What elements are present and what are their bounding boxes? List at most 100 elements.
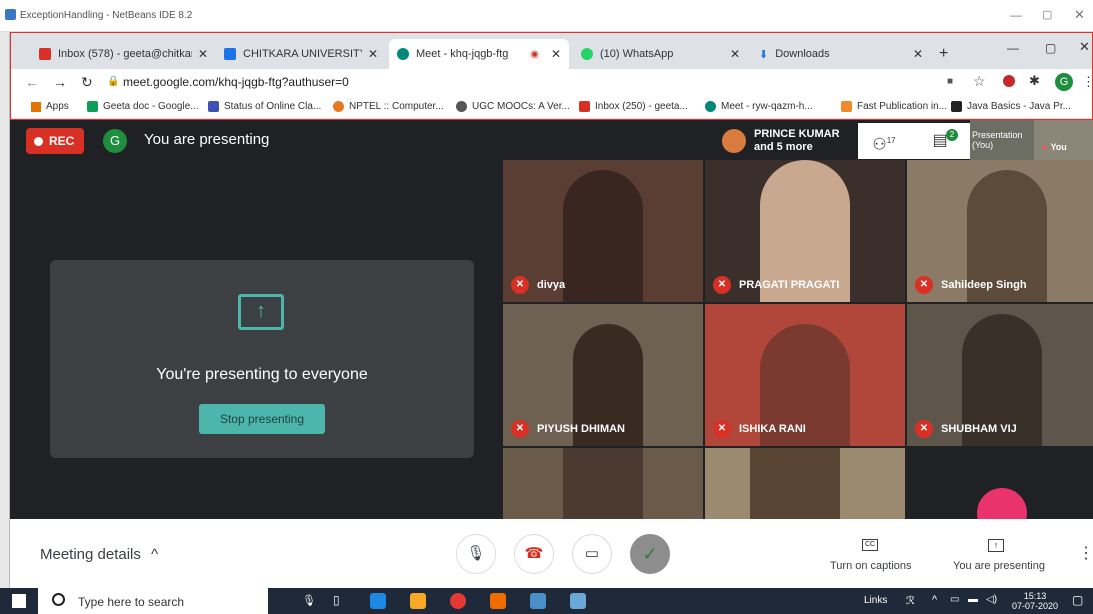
participant-tile[interactable]: ✕ SHUBHAM VIJ — [907, 304, 1093, 446]
mic-off-icon: ✕ — [713, 276, 731, 294]
captions-icon[interactable]: CC — [862, 539, 878, 551]
clock[interactable]: 15:13 07-07-2020 — [1012, 591, 1058, 611]
participants-summary[interactable]: PRINCE KUMAR and 5 more — [714, 123, 858, 159]
tab-gmail[interactable]: Inbox (578) - geeta@chitkara. ✕ — [31, 39, 216, 69]
taskbar-search[interactable]: Type here to search — [38, 588, 268, 614]
present-screen-icon: ↑ — [238, 294, 284, 330]
close-tab-icon[interactable]: ✕ — [913, 47, 923, 61]
participant-tile[interactable]: ✕ PRAGATI PRAGATI — [705, 160, 905, 302]
participant-tile[interactable]: ✕ Sahildeep Singh — [907, 160, 1093, 302]
close-tab-icon[interactable]: ✕ — [368, 47, 378, 61]
bookmark-label: Status of Online Cla... — [224, 101, 322, 112]
bookmark-inbox[interactable]: Inbox (250) - geeta... — [579, 101, 688, 112]
url-field[interactable]: meet.google.com/khq-jqgb-ftg?authuser=0 — [123, 75, 349, 89]
netbeans-taskbar-icon[interactable] — [570, 593, 586, 609]
bookmark-fast-publication[interactable]: Fast Publication in... — [841, 101, 947, 112]
tab-whatsapp[interactable]: (10) WhatsApp ✕ — [573, 39, 748, 69]
battery-icon[interactable]: ▬ — [968, 594, 978, 605]
chrome-icon[interactable] — [450, 593, 466, 609]
network-icon[interactable]: ▭ — [950, 594, 959, 605]
tab-label: Inbox (578) - geeta@chitkara. — [58, 48, 192, 60]
window-minimize-icon[interactable]: — — [1007, 41, 1019, 55]
participant-tile[interactable] — [705, 448, 905, 519]
bookmark-status[interactable]: Status of Online Cla... — [208, 101, 321, 112]
minimize-icon[interactable]: — — [1010, 8, 1022, 22]
tray-links[interactable]: Links — [864, 595, 887, 606]
stop-presenting-button[interactable]: Stop presenting — [199, 404, 325, 434]
window-maximize-icon[interactable]: ▢ — [1045, 41, 1056, 55]
notifications-icon[interactable]: ▢ — [1072, 593, 1083, 607]
forward-icon[interactable]: → — [53, 74, 67, 90]
self-view-thumbnail[interactable]: ● You — [1034, 120, 1093, 160]
presentation-thumbnail[interactable]: Presentation (You) — [970, 120, 1034, 160]
confirm-button[interactable]: ✓ — [630, 534, 670, 574]
extensions-puzzle-icon[interactable]: ✱ — [1029, 73, 1040, 89]
maximize-icon[interactable]: ▢ — [1042, 8, 1052, 21]
participant-count: 17 — [886, 136, 896, 145]
globe-icon — [456, 101, 467, 112]
captions-label[interactable]: Turn on captions — [830, 560, 912, 572]
new-tab-button[interactable]: + — [939, 45, 948, 63]
menu-kebab-icon[interactable]: ⋮ — [1082, 74, 1093, 90]
tab-downloads[interactable]: ⬇ Downloads ✕ — [751, 39, 931, 69]
camera-indicator-icon[interactable]: ■ — [947, 76, 953, 87]
bookmark-meet[interactable]: Meet - ryw-qazm-h... — [705, 101, 813, 112]
tab-label: CHITKARA UNIVERSITY - Cale — [243, 48, 362, 60]
present-icon[interactable]: ↑ — [988, 539, 1004, 552]
windows-start-icon[interactable] — [12, 594, 26, 608]
office-icon[interactable] — [490, 593, 506, 609]
participant-tile[interactable]: ✕ divya — [503, 160, 703, 302]
back-icon[interactable]: ← — [25, 74, 39, 90]
search-placeholder: Type here to search — [78, 595, 185, 609]
end-call-button[interactable]: ☎ — [514, 534, 554, 574]
bookmark-geeta-doc[interactable]: Geeta doc - Google... — [87, 101, 199, 112]
participant-tile[interactable] — [907, 448, 1093, 519]
bookmark-nptel[interactable]: NPTEL :: Computer... — [333, 101, 444, 112]
close-tab-icon[interactable]: ✕ — [198, 47, 208, 61]
meet-icon — [705, 101, 716, 112]
bookmark-label: NPTEL :: Computer... — [349, 101, 444, 112]
tab-meet[interactable]: Meet - khq-jqgb-ftg ◉ ✕ — [389, 39, 569, 69]
mic-off-icon: ● — [1042, 142, 1048, 152]
participant-tile[interactable] — [503, 448, 703, 519]
reload-icon[interactable]: ↻ — [81, 74, 93, 91]
people-button[interactable]: ⚇17 — [858, 123, 910, 159]
close-tab-icon[interactable]: ✕ — [730, 47, 740, 61]
ide-title-bar: ExceptionHandling - NetBeans IDE 8.2 — ▢… — [0, 0, 1093, 32]
people-tray-icon[interactable]: ℛ — [906, 594, 915, 607]
bookmark-apps[interactable]: Apps — [31, 101, 69, 112]
window-close-icon[interactable]: ✕ — [1079, 39, 1090, 55]
file-explorer-icon[interactable] — [410, 593, 426, 609]
close-tab-icon[interactable]: ✕ — [551, 47, 561, 61]
chat-button[interactable]: ▤ 2 — [910, 123, 970, 159]
apps-grid-icon — [31, 101, 41, 112]
bookmark-java-basics[interactable]: Java Basics - Java Pr... — [951, 101, 1071, 112]
participant-name: PIYUSH DHIMAN — [537, 423, 626, 435]
tab-label: Downloads — [775, 48, 830, 60]
meet-stage: REC G You are presenting ↑ You're presen… — [10, 120, 1093, 519]
app-icon[interactable] — [530, 593, 546, 609]
more-options-icon[interactable]: ⋮ — [1078, 543, 1093, 563]
extension-icon[interactable] — [1003, 75, 1015, 87]
bookmark-ugc[interactable]: UGC MOOCs: A Ver... — [456, 101, 570, 112]
profile-avatar[interactable]: G — [1055, 73, 1073, 91]
participant-tile[interactable]: ✕ PIYUSH DHIMAN — [503, 304, 703, 446]
microphone-button[interactable]: 🎙 — [456, 534, 496, 574]
mic-off-icon: ✕ — [511, 420, 529, 438]
you-are-presenting-label[interactable]: You are presenting — [953, 560, 1045, 572]
tab-calendar[interactable]: CHITKARA UNIVERSITY - Cale ✕ — [216, 39, 386, 69]
volume-icon[interactable]: ◁) — [986, 594, 997, 605]
participant-tile[interactable]: ✕ ISHIKA RANI — [705, 304, 905, 446]
recording-badge: REC — [26, 128, 84, 154]
star-icon[interactable]: ☆ — [973, 73, 986, 90]
microphone-icon[interactable]: 🎙 — [302, 594, 316, 607]
check-icon: ✓ — [642, 544, 658, 564]
edge-icon[interactable] — [370, 593, 386, 609]
meeting-details-button[interactable]: Meeting details ^ — [40, 546, 158, 563]
close-icon[interactable]: ✕ — [1074, 7, 1085, 23]
participant-name: ISHIKA RANI — [739, 423, 806, 435]
chevron-up-tray-icon[interactable]: ^ — [932, 594, 937, 606]
clock-date: 07-07-2020 — [1012, 601, 1059, 611]
task-view-icon[interactable]: ▯ — [333, 593, 340, 607]
camera-button[interactable]: ▭ — [572, 534, 612, 574]
